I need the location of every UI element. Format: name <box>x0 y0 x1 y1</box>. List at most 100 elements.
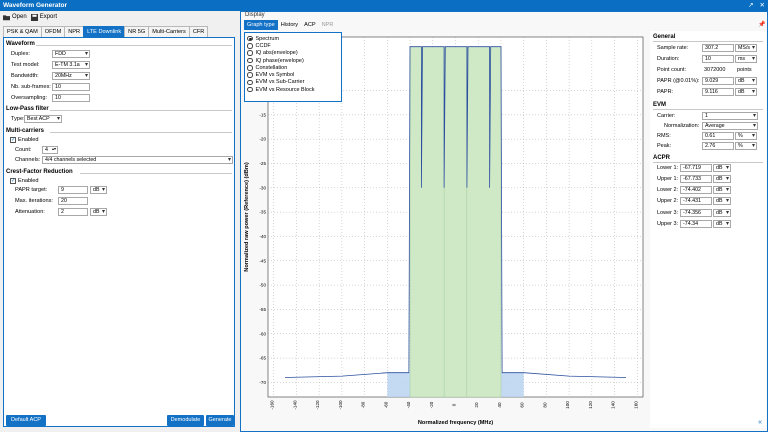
acpr-section-title: ACPR <box>653 155 671 161</box>
lower-2-unit-select[interactable]: dB <box>713 186 731 194</box>
radio-icon <box>247 43 253 49</box>
radio-icon <box>247 65 253 71</box>
divider <box>50 110 232 111</box>
close-icon[interactable]: ✕ <box>760 0 765 11</box>
open-button[interactable]: Open <box>3 14 27 21</box>
upper-3-unit-select[interactable]: dB <box>713 220 731 228</box>
rms-unit-select[interactable]: % <box>735 132 757 140</box>
pin-icon[interactable]: ↗ <box>748 0 753 11</box>
multicarriers-enabled-checkbox[interactable]: ✓ <box>10 137 16 143</box>
graph-option-evm-subcarrier[interactable]: EVM vs Sub-Carrier <box>247 79 339 86</box>
tab-nr-5g[interactable]: NR 5G <box>124 26 150 37</box>
attenuation-input[interactable]: 2 <box>58 208 88 216</box>
papr-label: PAPR: <box>657 89 674 95</box>
x-tick-label: 120 <box>588 401 593 409</box>
channels-select[interactable]: 4/4 channels selected <box>42 156 233 164</box>
papr-value: 9.116 <box>702 88 734 96</box>
export-button[interactable]: Export <box>30 13 57 21</box>
tab-graph-type[interactable]: Graph type <box>244 20 278 30</box>
tab-multi-carriers[interactable]: Multi-Carriers <box>148 26 190 37</box>
oversampling-input[interactable]: 10 <box>52 94 90 102</box>
toolbar: Open Export <box>0 11 240 23</box>
tab-npr[interactable]: NPR <box>319 20 337 30</box>
subframes-input[interactable]: 10 <box>52 83 90 91</box>
papr-001-unit-select[interactable]: dB <box>735 77 757 85</box>
default-acp-button[interactable]: Default ACP <box>6 415 46 426</box>
graph-option-iq-phase[interactable]: IQ phase(envelope) <box>247 57 339 64</box>
display-title: Display <box>245 12 265 18</box>
filter-type-select[interactable]: Best ACP <box>24 115 62 123</box>
tab-ofdm[interactable]: OFDM <box>40 26 66 37</box>
graph-option-evm-symbol[interactable]: EVM vs Symbol <box>247 71 339 78</box>
stepper-arrows-icon[interactable]: ▴▾ <box>52 146 56 152</box>
test-model-select[interactable]: E-TM 3.1a <box>52 61 90 69</box>
graph-option-ccdf[interactable]: CCDF <box>247 42 339 49</box>
tab-history[interactable]: History <box>278 20 301 30</box>
radio-icon <box>247 79 253 86</box>
lowpass-section-title: Low-Pass filter <box>6 106 49 112</box>
max-iterations-label: Max. iterations: <box>15 198 53 204</box>
attenuation-unit-select[interactable]: dB <box>90 208 107 216</box>
x-tick-label: 60 <box>520 402 525 408</box>
cfr-enabled-checkbox[interactable]: ✓ <box>10 178 16 184</box>
x-tick-label: -20 <box>429 401 434 408</box>
channel-band <box>409 46 445 398</box>
tab-npr[interactable]: NPR <box>64 26 85 37</box>
peak-unit-select[interactable]: % <box>735 142 757 150</box>
graph-tabs: Graph type History ACP NPR <box>244 20 336 30</box>
y-tick-label: -55 <box>259 307 266 312</box>
radio-icon <box>247 35 253 42</box>
tab-acp[interactable]: ACP <box>301 20 319 30</box>
divider <box>36 45 232 46</box>
max-iterations-input[interactable]: 20 <box>58 197 88 205</box>
upper-1-label: Upper 1: <box>657 176 679 182</box>
tab-cfr[interactable]: CFR <box>188 26 209 37</box>
tab-lte-downlink[interactable]: LTE Downlink <box>83 26 126 37</box>
sample-rate-unit-select[interactable]: MS/s <box>735 44 757 52</box>
x-tick-label: 160 <box>633 401 638 409</box>
x-tick-label: 20 <box>474 402 479 408</box>
subframes-label: Nb. sub-frames: <box>11 84 51 90</box>
tab-psk-qam[interactable]: PSK & QAM <box>3 26 42 37</box>
y-tick-label: -15 <box>259 112 266 117</box>
carrier-label: Carrier: <box>657 113 676 119</box>
peak-label: Peak: <box>657 143 672 149</box>
divider <box>653 109 763 110</box>
radio-icon <box>247 86 253 93</box>
y-tick-label: -60 <box>259 331 266 336</box>
x-tick-label: -140 <box>292 400 297 410</box>
normalization-select[interactable]: Average <box>702 122 758 130</box>
count-stepper[interactable]: 4 ▴▾ <box>42 146 58 154</box>
point-count-value: 3072000 <box>704 67 726 73</box>
generate-button[interactable]: Generate <box>206 415 234 426</box>
upper-3-value: -74.34 <box>680 220 712 228</box>
cfr-enabled-label: Enabled <box>18 178 39 184</box>
x-tick-label: -100 <box>338 400 343 410</box>
upper-2-unit-select[interactable]: dB <box>713 197 731 205</box>
x-tick-label: 80 <box>542 402 547 408</box>
demodulate-button[interactable]: Demodulate <box>167 415 204 426</box>
save-icon <box>30 13 38 21</box>
duration-value: 10 <box>702 55 734 63</box>
lower-1-value: -67.719 <box>680 164 712 172</box>
papr-target-input[interactable]: 9 <box>58 186 88 194</box>
bandwidth-select[interactable]: 20MHz <box>52 72 90 80</box>
duration-unit-select[interactable]: ms <box>735 55 757 63</box>
duplex-select[interactable]: FDD <box>52 50 90 58</box>
x-axis-label: Normalized frequency (MHz) <box>418 420 493 426</box>
upper-1-unit-select[interactable]: dB <box>713 175 731 183</box>
lower-3-unit-select[interactable]: dB <box>713 209 731 217</box>
pin-icon[interactable]: 📌 <box>758 21 765 28</box>
y-tick-label: -25 <box>259 161 266 166</box>
lte-settings-panel: Waveform Duplex: FDD Test model: E-TM 3.… <box>3 37 235 427</box>
papr-unit-select[interactable]: dB <box>90 186 107 194</box>
graph-option-evm-resource-block[interactable]: EVM vs Resource Block <box>247 86 339 93</box>
graph-option-spectrum[interactable]: Spectrum <box>247 35 339 42</box>
collapse-icon[interactable]: « <box>758 419 762 426</box>
graph-option-iq-abs[interactable]: IQ abs(envelope) <box>247 50 339 57</box>
papr-unit-select[interactable]: dB <box>735 88 757 96</box>
lower-1-unit-select[interactable]: dB <box>713 164 731 172</box>
graph-option-constellation[interactable]: Constellation <box>247 64 339 71</box>
results-panel: General Sample rate: 307.2 MS/s Duration… <box>650 31 766 428</box>
carrier-select[interactable]: 1 <box>702 112 758 120</box>
